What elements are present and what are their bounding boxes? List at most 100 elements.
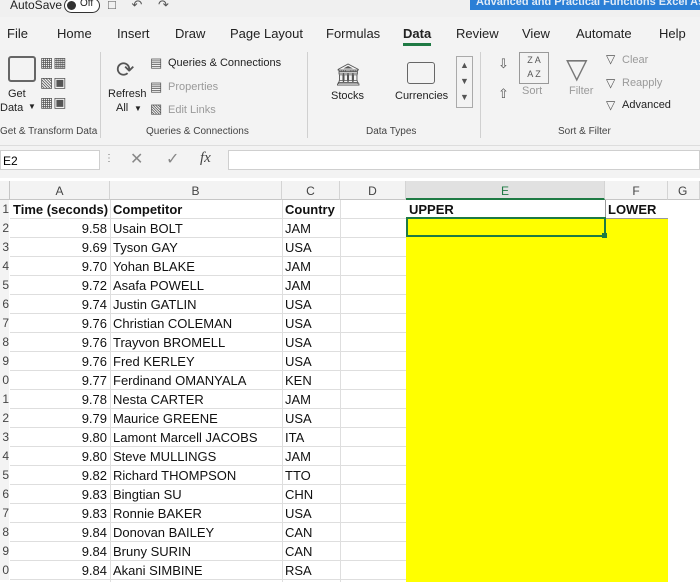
country-cell[interactable]: TTO — [282, 466, 340, 485]
refresh-all-label-2[interactable]: All — [116, 102, 128, 114]
name-box-options-icon[interactable]: ⋮ — [104, 153, 114, 164]
tab-page-layout[interactable]: Page Layout — [230, 26, 303, 41]
column-header-b[interactable]: B — [110, 181, 282, 200]
enter-icon[interactable]: ✓ — [166, 149, 179, 169]
row-header[interactable]: 9 — [0, 352, 9, 371]
time-cell[interactable]: 9.72 — [10, 276, 110, 295]
time-cell[interactable]: 9.80 — [10, 447, 110, 466]
column-header-g[interactable]: G — [668, 181, 700, 200]
tab-home[interactable]: Home — [57, 26, 92, 41]
row-header[interactable]: 5 — [0, 466, 9, 485]
country-cell[interactable]: CHN — [282, 485, 340, 504]
competitor-cell[interactable]: Trayvon BROMELL — [110, 333, 282, 352]
competitor-cell[interactable]: Ronnie BAKER — [110, 504, 282, 523]
time-cell[interactable]: 9.83 — [10, 504, 110, 523]
country-cell[interactable]: KEN — [282, 371, 340, 390]
sort-button[interactable]: Sort — [522, 85, 542, 97]
refresh-icon[interactable]: ⟳ — [116, 57, 134, 83]
row-header[interactable]: 3 — [0, 238, 9, 257]
country-cell[interactable]: JAM — [282, 276, 340, 295]
time-cell[interactable]: 9.58 — [10, 219, 110, 238]
competitor-cell[interactable]: Yohan BLAKE — [110, 257, 282, 276]
row-header[interactable]: 1 — [0, 390, 9, 409]
formula-input[interactable] — [228, 150, 700, 170]
sort-icon[interactable]: Z AA Z — [519, 52, 549, 84]
edit-links-button[interactable]: Edit Links — [168, 104, 216, 116]
country-cell[interactable]: CAN — [282, 523, 340, 542]
chevron-down-icon[interactable]: ▼ — [134, 104, 142, 113]
row-header[interactable]: 6 — [0, 485, 9, 504]
time-cell[interactable]: 9.77 — [10, 371, 110, 390]
competitor-cell[interactable]: Steve MULLINGS — [110, 447, 282, 466]
column-header-c[interactable]: C — [282, 181, 340, 200]
competitor-cell[interactable]: Lamont Marcell JACOBS — [110, 428, 282, 447]
sort-z-a-icon[interactable]: ⇧ — [498, 86, 509, 102]
tab-review[interactable]: Review — [456, 26, 499, 41]
tab-data[interactable]: Data — [403, 26, 432, 46]
filter-icon[interactable]: ▽ — [566, 52, 588, 85]
stocks-icon[interactable]: 🏛 — [334, 62, 362, 88]
time-cell[interactable]: 9.78 — [10, 390, 110, 409]
country-cell[interactable]: JAM — [282, 219, 340, 238]
country-cell[interactable]: USA — [282, 409, 340, 428]
row-header[interactable]: 2 — [0, 219, 9, 238]
column-header-d[interactable]: D — [340, 181, 406, 200]
row-header[interactable]: 9 — [0, 542, 9, 561]
competitor-cell[interactable]: Asafa POWELL — [110, 276, 282, 295]
sort-a-z-icon[interactable]: ⇩ — [498, 56, 509, 72]
chevron-down-icon[interactable]: ▼ — [28, 102, 36, 111]
active-cell-e2[interactable] — [406, 217, 606, 237]
properties-button[interactable]: Properties — [168, 81, 218, 93]
tab-file[interactable]: File — [7, 26, 28, 41]
tab-draw[interactable]: Draw — [175, 26, 205, 41]
filter-button[interactable]: Filter — [569, 85, 593, 97]
row-header[interactable]: 8 — [0, 333, 9, 352]
range-source-icons[interactable]: ▦▣ — [40, 94, 66, 111]
time-cell[interactable]: 9.84 — [10, 542, 110, 561]
competitor-cell[interactable]: Richard THOMPSON — [110, 466, 282, 485]
row-header[interactable]: 8 — [0, 523, 9, 542]
country-cell[interactable]: USA — [282, 314, 340, 333]
row-header[interactable]: 0 — [0, 561, 9, 580]
time-cell[interactable]: 9.69 — [10, 238, 110, 257]
time-cell[interactable]: 9.70 — [10, 257, 110, 276]
country-cell[interactable]: CAN — [282, 542, 340, 561]
country-cell[interactable]: USA — [282, 333, 340, 352]
competitor-cell[interactable]: Justin GATLIN — [110, 295, 282, 314]
time-cell[interactable]: 9.80 — [10, 428, 110, 447]
time-cell[interactable]: 9.82 — [10, 466, 110, 485]
time-cell[interactable]: 9.84 — [10, 523, 110, 542]
row-header[interactable]: 1 — [0, 200, 9, 219]
table-source-icons[interactable]: ▦▦ — [40, 54, 66, 71]
competitor-cell[interactable]: Donovan BAILEY — [110, 523, 282, 542]
stocks-button[interactable]: Stocks — [331, 90, 364, 102]
competitor-cell[interactable]: Maurice GREENE — [110, 409, 282, 428]
competitor-cell[interactable]: Christian COLEMAN — [110, 314, 282, 333]
row-header[interactable]: 0 — [0, 371, 9, 390]
row-header[interactable]: 5 — [0, 276, 9, 295]
insert-function-icon[interactable]: fx — [200, 150, 211, 167]
competitor-cell[interactable]: Ferdinand OMANYALA — [110, 371, 282, 390]
autosave-toggle[interactable]: Off — [64, 0, 100, 13]
country-cell[interactable]: ITA — [282, 428, 340, 447]
cancel-icon[interactable]: ✕ — [130, 149, 143, 169]
column-header-f[interactable]: F — [605, 181, 668, 200]
get-data-label[interactable]: Get — [8, 88, 26, 100]
time-cell[interactable]: 9.76 — [10, 352, 110, 371]
clear-button[interactable]: Clear — [622, 54, 648, 66]
advanced-button[interactable]: Advanced — [622, 99, 671, 111]
competitor-cell[interactable]: Bingtian SU — [110, 485, 282, 504]
fill-handle[interactable] — [602, 233, 607, 238]
row-header[interactable]: 4 — [0, 447, 9, 466]
tab-automate[interactable]: Automate — [576, 26, 632, 41]
row-header[interactable]: 4 — [0, 257, 9, 276]
queries-connections-button[interactable]: Queries & Connections — [168, 57, 281, 69]
country-cell[interactable]: USA — [282, 352, 340, 371]
header-country[interactable]: Country — [282, 200, 340, 219]
time-cell[interactable]: 9.76 — [10, 314, 110, 333]
row-header[interactable]: 2 — [0, 409, 9, 428]
competitor-cell[interactable]: Fred KERLEY — [110, 352, 282, 371]
country-cell[interactable]: USA — [282, 295, 340, 314]
time-cell[interactable]: 9.79 — [10, 409, 110, 428]
row-header[interactable]: 7 — [0, 504, 9, 523]
